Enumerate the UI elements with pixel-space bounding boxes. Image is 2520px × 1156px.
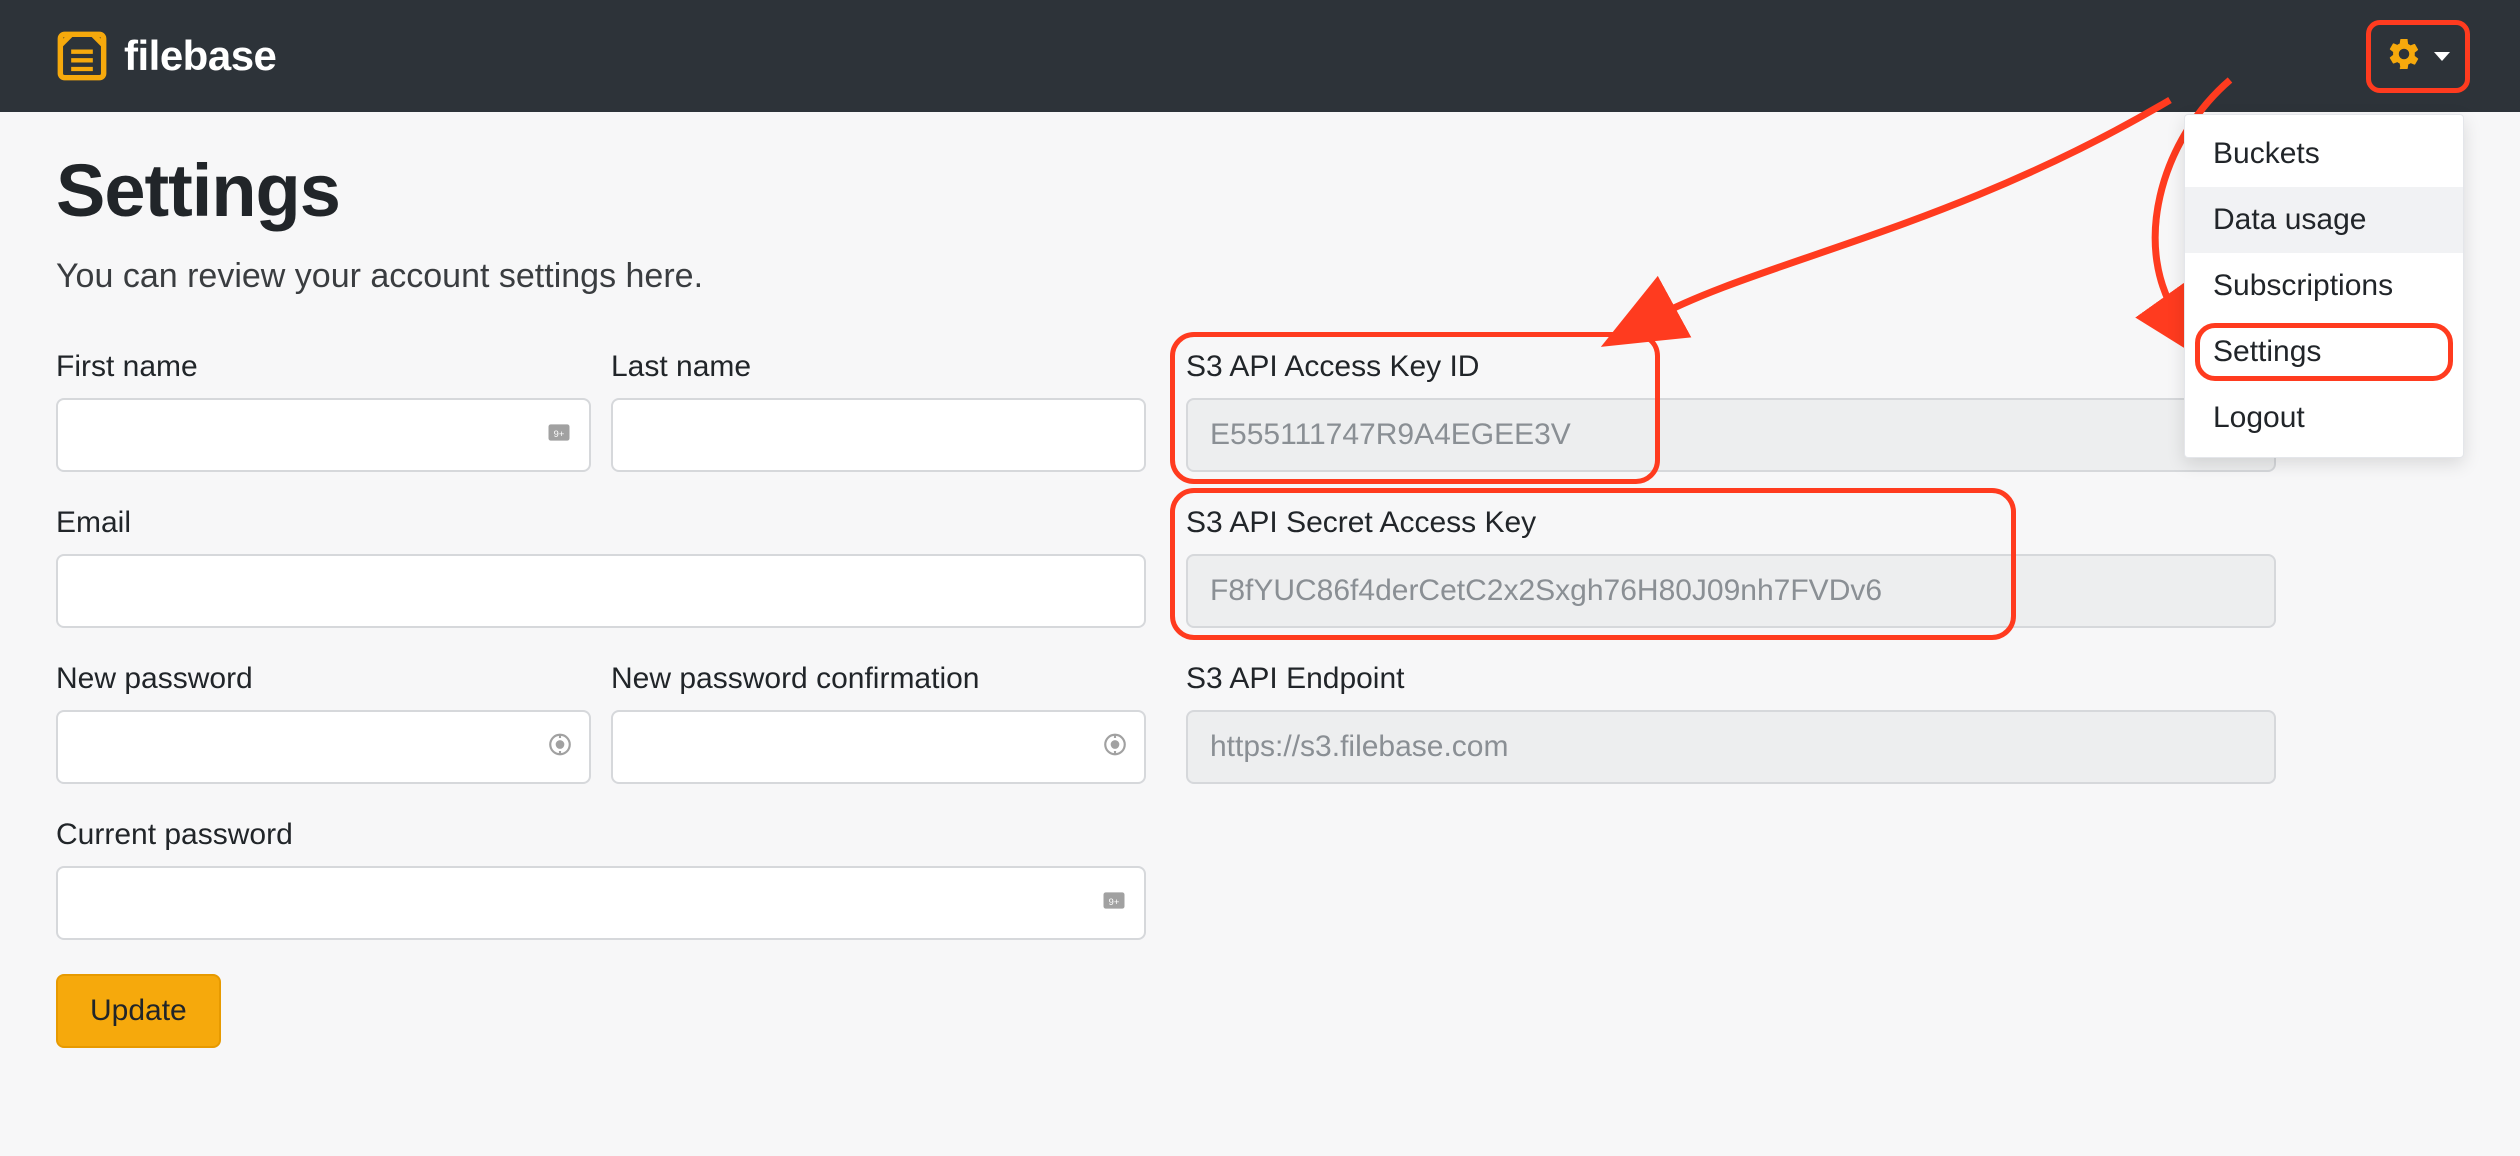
current-password-input[interactable]: [56, 866, 1146, 940]
dropdown-item-data-usage[interactable]: Data usage: [2185, 187, 2463, 253]
password-manager-icon: [1102, 732, 1128, 763]
first-name-label: First name: [56, 350, 591, 384]
last-name-label: Last name: [611, 350, 1146, 384]
endpoint-field[interactable]: [1186, 710, 2276, 784]
access-key-group: S3 API Access Key ID: [1186, 350, 2276, 472]
dropdown-item-label: Data usage: [2213, 203, 2366, 236]
new-password-label: New password: [56, 662, 591, 696]
current-password-label: Current password: [56, 818, 1146, 852]
dropdown-item-label: Buckets: [2213, 137, 2320, 170]
settings-menu-toggle[interactable]: [2372, 26, 2464, 87]
first-name-input[interactable]: [56, 398, 591, 472]
svg-text:9+: 9+: [554, 429, 565, 439]
new-password-confirm-label: New password confirmation: [611, 662, 1146, 696]
update-button[interactable]: Update: [56, 974, 221, 1048]
brand-name: filebase: [124, 32, 276, 80]
dropdown-item-label: Subscriptions: [2213, 269, 2393, 302]
endpoint-label: S3 API Endpoint: [1186, 662, 2276, 696]
svg-text:9+: 9+: [1109, 897, 1120, 907]
dropdown-item-buckets[interactable]: Buckets: [2185, 121, 2463, 187]
secret-key-label: S3 API Secret Access Key: [1186, 506, 2276, 540]
gear-icon: [2386, 36, 2422, 77]
filebase-logo-icon: [56, 30, 108, 82]
secret-key-group: S3 API Secret Access Key: [1186, 506, 2276, 628]
api-info: S3 API Access Key ID S3 API Secret Acces…: [1186, 350, 2276, 818]
dropdown-item-label: Settings: [2213, 335, 2321, 368]
endpoint-group: S3 API Endpoint: [1186, 662, 2276, 784]
email-input[interactable]: [56, 554, 1146, 628]
access-key-label: S3 API Access Key ID: [1186, 350, 2276, 384]
new-password-input[interactable]: [56, 710, 591, 784]
settings-dropdown-menu: Buckets Data usage Subscriptions Setting…: [2184, 114, 2464, 458]
account-form: First name 9+ Last name Email: [56, 350, 1146, 1048]
last-name-input[interactable]: [611, 398, 1146, 472]
email-label: Email: [56, 506, 1146, 540]
page-subtitle: You can review your account settings her…: [56, 257, 2464, 296]
brand[interactable]: filebase: [56, 30, 276, 82]
page-title: Settings: [56, 148, 2464, 233]
dropdown-item-label: Logout: [2213, 401, 2305, 434]
secret-key-field[interactable]: [1186, 554, 2276, 628]
autofill-icon: 9+: [1100, 887, 1128, 920]
top-navbar: filebase: [0, 0, 2520, 112]
password-manager-icon: [547, 732, 573, 763]
access-key-field[interactable]: [1186, 398, 2276, 472]
dropdown-item-settings[interactable]: Settings: [2185, 319, 2463, 385]
page-body: Settings You can review your account set…: [0, 112, 2520, 1084]
caret-down-icon: [2434, 52, 2450, 61]
autofill-icon: 9+: [545, 419, 573, 452]
dropdown-item-logout[interactable]: Logout: [2185, 385, 2463, 451]
new-password-confirm-input[interactable]: [611, 710, 1146, 784]
dropdown-item-subscriptions[interactable]: Subscriptions: [2185, 253, 2463, 319]
